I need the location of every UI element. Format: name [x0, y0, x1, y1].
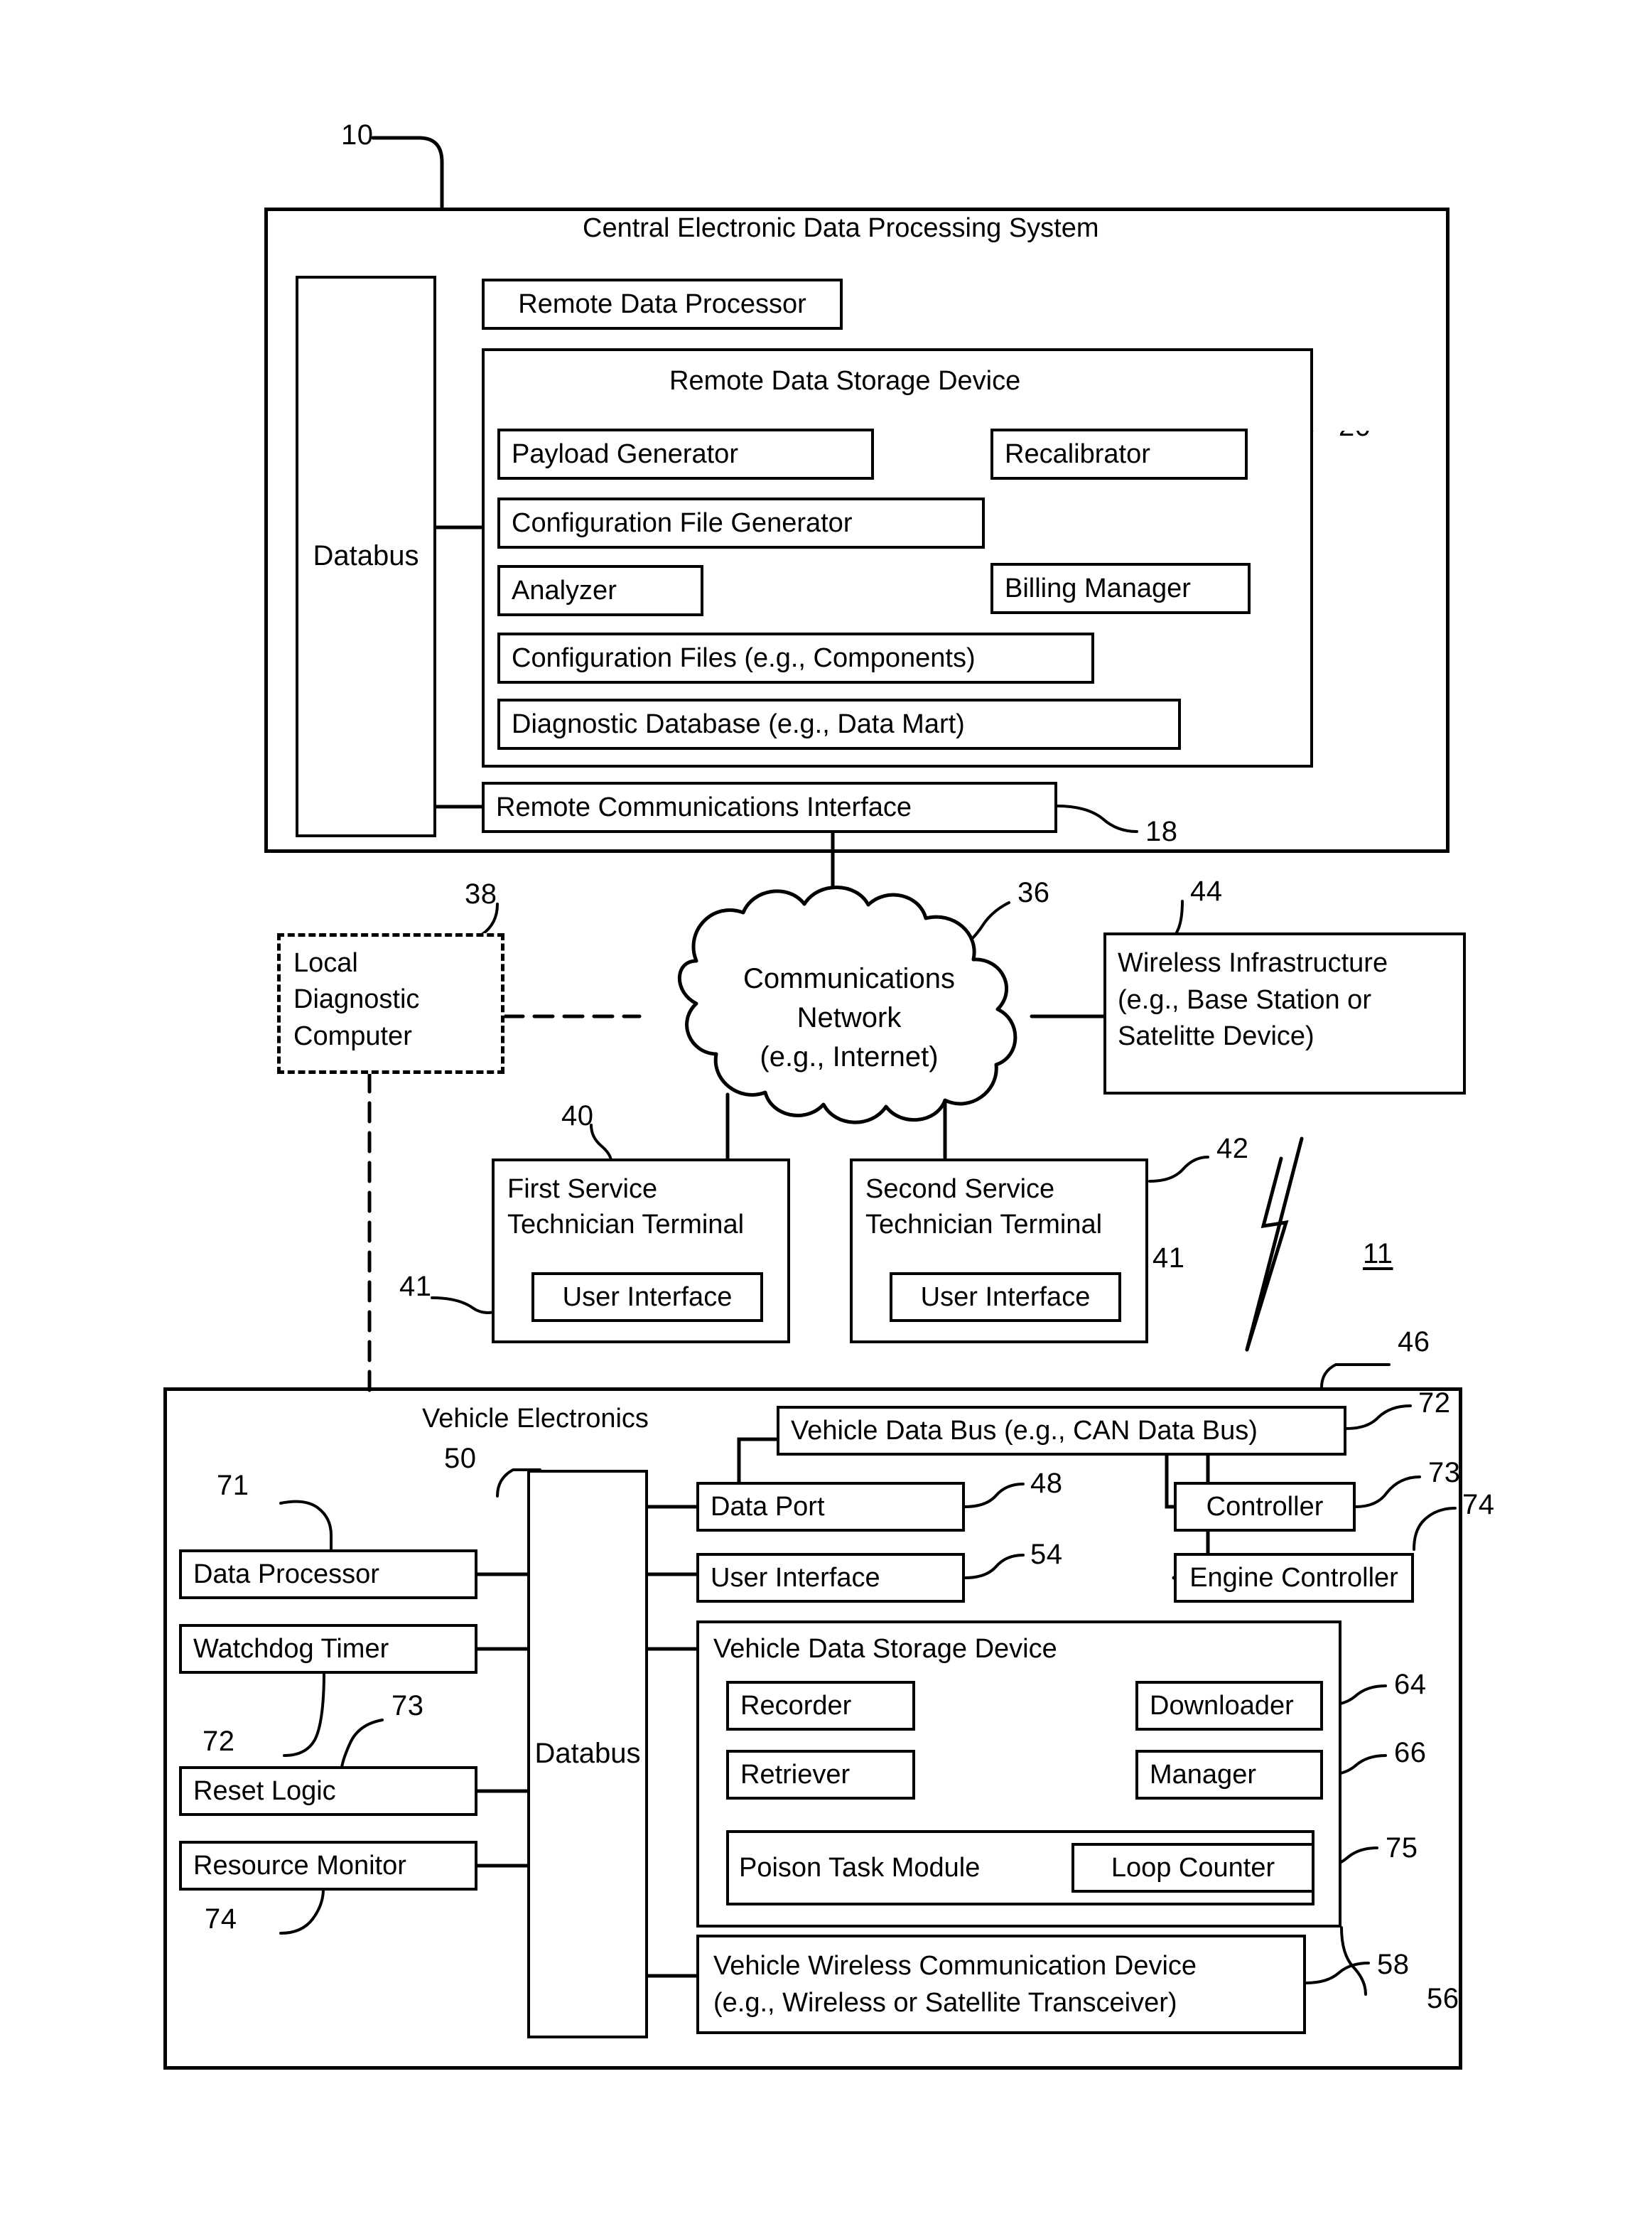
second-terminal-user-interface-label: User Interface: [920, 1281, 1091, 1312]
configuration-file-generator: Configuration File Generator: [497, 498, 985, 549]
analyzer: Analyzer: [497, 565, 703, 616]
downloader-label: Downloader: [1150, 1690, 1294, 1721]
retriever-label: Retriever: [740, 1759, 851, 1790]
manager: Manager: [1135, 1750, 1323, 1800]
configuration-files-label: Configuration Files (e.g., Components): [512, 643, 976, 673]
ref-42: 42: [1216, 1133, 1249, 1164]
central-system-title: Central Electronic Data Processing Syste…: [583, 213, 1099, 243]
ref-46: 46: [1398, 1326, 1430, 1358]
ref-44: 44: [1190, 876, 1223, 907]
central-databus: Databus: [296, 276, 436, 837]
reset-logic-label: Reset Logic: [193, 1775, 336, 1806]
wireless-infrastructure: Wireless Infrastructure (e.g., Base Stat…: [1103, 932, 1466, 1095]
wireless-infrastructure-line2: (e.g., Base Station or: [1118, 984, 1371, 1015]
wireless-infrastructure-line3: Satelitte Device): [1118, 1021, 1314, 1052]
vehicle-user-interface[interactable]: User Interface: [696, 1553, 965, 1603]
watchdog-timer: Watchdog Timer: [179, 1624, 477, 1674]
vehicle-storage-title: Vehicle Data Storage Device: [713, 1634, 1057, 1664]
resource-monitor-label: Resource Monitor: [193, 1850, 406, 1881]
data-port: Data Port: [696, 1482, 965, 1532]
vehicle-wireless-communication-device: Vehicle Wireless Communication Device (e…: [696, 1935, 1306, 2034]
first-terminal-line1: First Service: [507, 1174, 658, 1204]
poison-task-module-label: Poison Task Module: [739, 1852, 981, 1883]
local-diagnostic-computer-line1: Local: [293, 948, 358, 978]
communications-network-line1: Communications: [743, 963, 955, 994]
second-terminal-line2: Technician Terminal: [865, 1210, 1103, 1240]
vehicle-databus: Databus: [527, 1470, 648, 2038]
first-terminal-line2: Technician Terminal: [507, 1210, 745, 1240]
recalibrator: Recalibrator: [990, 429, 1248, 480]
ref-10: 10: [341, 119, 374, 151]
remote-communications-interface: Remote Communications Interface: [482, 782, 1057, 833]
ref-41-right: 41: [1152, 1242, 1185, 1274]
communications-network-line3: (e.g., Internet): [760, 1041, 939, 1073]
downloader: Downloader: [1135, 1681, 1323, 1731]
controller-label: Controller: [1206, 1491, 1324, 1522]
manager-label: Manager: [1150, 1759, 1256, 1790]
vehicle-wireless-line1: Vehicle Wireless Communication Device: [713, 1951, 1197, 1981]
recorder: Recorder: [726, 1681, 915, 1731]
communications-network-line2: Network: [797, 1002, 902, 1034]
remote-communications-interface-label: Remote Communications Interface: [496, 792, 912, 822]
payload-generator: Payload Generator: [497, 429, 874, 480]
local-diagnostic-computer-line3: Computer: [293, 1021, 412, 1051]
central-databus-label: Databus: [313, 540, 419, 572]
vehicle-data-bus: Vehicle Data Bus (e.g., CAN Data Bus): [777, 1406, 1346, 1456]
analyzer-label: Analyzer: [512, 575, 617, 606]
engine-controller-label: Engine Controller: [1189, 1562, 1398, 1593]
reset-logic: Reset Logic: [179, 1766, 477, 1816]
recorder-label: Recorder: [740, 1690, 852, 1721]
vehicle-data-processor-label: Data Processor: [193, 1559, 379, 1589]
loop-counter-label: Loop Counter: [1111, 1852, 1275, 1883]
vehicle-data-processor: Data Processor: [179, 1549, 477, 1599]
remote-data-processor: Remote Data Processor: [482, 279, 843, 330]
recalibrator-label: Recalibrator: [1005, 439, 1150, 469]
payload-generator-label: Payload Generator: [512, 439, 738, 469]
retriever: Retriever: [726, 1750, 915, 1800]
vehicle-databus-label: Databus: [534, 1738, 641, 1770]
data-port-label: Data Port: [711, 1491, 825, 1522]
diagnostic-database-label: Diagnostic Database (e.g., Data Mart): [512, 709, 965, 739]
vehicle-user-interface-label: User Interface: [711, 1562, 880, 1593]
vehicle-electronics-title: Vehicle Electronics: [422, 1404, 649, 1434]
loop-counter: Loop Counter: [1071, 1843, 1314, 1893]
vehicle-wireless-line2: (e.g., Wireless or Satellite Transceiver…: [713, 1988, 1177, 2018]
engine-controller: Engine Controller: [1174, 1553, 1414, 1603]
configuration-files: Configuration Files (e.g., Components): [497, 633, 1094, 684]
ref-38: 38: [465, 878, 497, 910]
ref-11: 11: [1363, 1238, 1393, 1269]
first-terminal-user-interface[interactable]: User Interface: [531, 1272, 763, 1322]
communications-network-label: Communications Network (e.g., Internet): [682, 959, 1016, 1077]
local-diagnostic-computer: Local Diagnostic Computer: [277, 933, 504, 1074]
ref-74-engine: 74: [1462, 1489, 1495, 1520]
ref-36: 36: [1017, 877, 1050, 908]
second-terminal-user-interface[interactable]: User Interface: [890, 1272, 1121, 1322]
watchdog-timer-label: Watchdog Timer: [193, 1633, 389, 1664]
second-terminal-line1: Second Service: [865, 1174, 1055, 1204]
billing-manager-label: Billing Manager: [1005, 573, 1191, 603]
billing-manager: Billing Manager: [990, 563, 1251, 614]
remote-data-processor-label: Remote Data Processor: [518, 289, 806, 319]
patent-figure: 10 16 12 14 22 20 23 26 30 32 28 18 38 3…: [0, 0, 1652, 2231]
remote-storage-title: Remote Data Storage Device: [669, 366, 1021, 396]
vehicle-data-bus-label: Vehicle Data Bus (e.g., CAN Data Bus): [791, 1415, 1258, 1446]
local-diagnostic-computer-line2: Diagnostic: [293, 984, 420, 1015]
ref-41-left: 41: [399, 1271, 432, 1302]
ref-40: 40: [561, 1100, 594, 1131]
configuration-file-generator-label: Configuration File Generator: [512, 507, 853, 538]
wireless-infrastructure-line1: Wireless Infrastructure: [1118, 948, 1388, 978]
diagnostic-database: Diagnostic Database (e.g., Data Mart): [497, 699, 1181, 750]
controller: Controller: [1174, 1482, 1356, 1532]
first-terminal-user-interface-label: User Interface: [562, 1281, 733, 1312]
resource-monitor: Resource Monitor: [179, 1841, 477, 1891]
